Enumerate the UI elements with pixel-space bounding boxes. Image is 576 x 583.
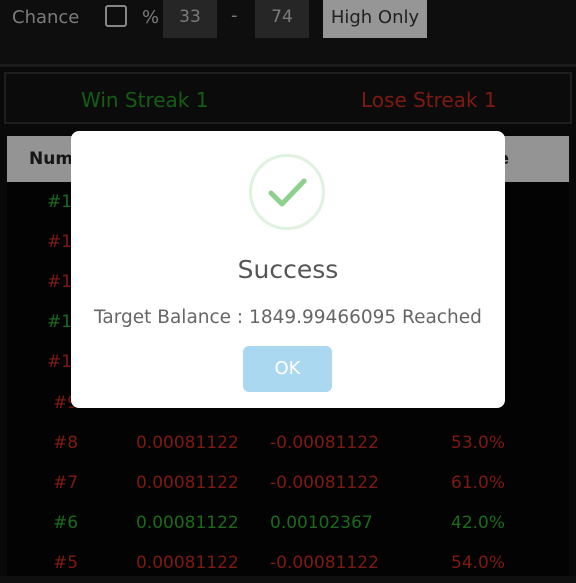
- dialog-title: Success: [237, 255, 339, 284]
- dialog-message: Target Balance : 1849.99466095 Reached: [94, 307, 482, 328]
- checkmark-icon: [249, 154, 325, 230]
- success-dialog: Success Target Balance : 1849.99466095 R…: [71, 131, 505, 408]
- ok-button[interactable]: OK: [243, 346, 332, 392]
